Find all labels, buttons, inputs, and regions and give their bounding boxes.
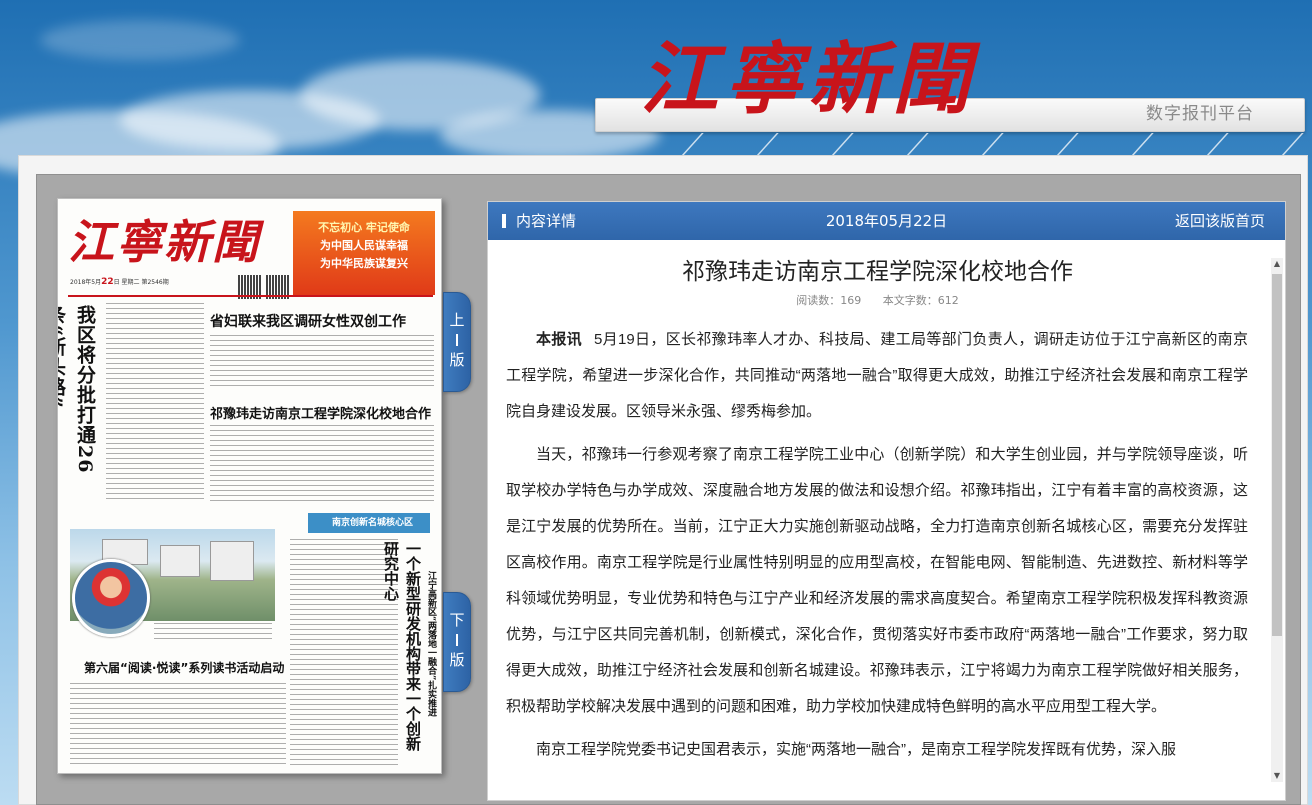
article-body: 本报讯 5月19日，区长祁豫玮率人才办、科技局、建工局等部门负责人，调研走访位于江… xyxy=(506,322,1248,802)
article-paragraph: 当天，祁豫玮一行参观考察了南京工程学院工业中心（创新学院）和大学生创业园，并与学… xyxy=(506,446,1248,715)
scroll-up-icon[interactable]: ▲ xyxy=(1271,258,1283,270)
slogan-line: 不忘初心 牢记使命 xyxy=(318,221,410,234)
back-to-page-link[interactable]: 返回该版首页 xyxy=(1175,202,1265,240)
next-page-label: 下 xyxy=(449,611,465,629)
cloud-decoration xyxy=(40,20,240,60)
photo-caption-block xyxy=(154,623,272,641)
content-panel: 内容详情 2018年05月22日 返回该版首页 祁豫玮走访南京工程学院深化校地合… xyxy=(487,201,1286,801)
paper-logo: 江寧新聞 xyxy=(68,215,260,269)
platform-label: 数字报刊平台 xyxy=(1146,104,1254,123)
article-text-block xyxy=(70,683,286,767)
article-text-block xyxy=(210,425,434,505)
scroll-down-icon[interactable]: ▼ xyxy=(1271,770,1283,782)
next-page-label: 版 xyxy=(449,651,465,669)
site-logo: 江寧新聞 xyxy=(640,34,977,125)
prev-page-label: 上 xyxy=(449,311,465,329)
article-meta: 阅读数：169 本文字数：612 xyxy=(488,292,1267,308)
read-count: 阅读数：169 xyxy=(796,294,862,307)
headline-vertical[interactable]: 我区将分批打通26条“断头路” xyxy=(58,305,100,505)
newspaper-page[interactable]: 江寧新聞 2018年5月22日 星期二 第2546期 不忘初心 牢记使命 为中国… xyxy=(57,198,442,774)
slogan-line: 为中华民族谋复兴 xyxy=(320,257,408,270)
next-page-button[interactable]: 下 版 xyxy=(443,592,471,692)
headline-vertical-2[interactable]: 一个新型研发机构带来一个创新研究中心 xyxy=(382,541,424,761)
headline-article-link[interactable]: 祁豫玮走访南京工程学院深化校地合作 xyxy=(210,403,431,422)
portrait-photo xyxy=(72,559,150,637)
headline-women-federation[interactable]: 省妇联来我区调研女性双创工作 xyxy=(210,311,406,331)
article-text-block xyxy=(210,335,434,387)
divider xyxy=(68,295,433,297)
article-title: 祁豫玮走访南京工程学院深化校地合作 xyxy=(682,258,1073,284)
headline-reading-event[interactable]: 第六届“阅读·悦读”系列读书活动启动 xyxy=(84,659,284,676)
prev-page-label: 版 xyxy=(449,351,465,369)
masthead-stripes xyxy=(670,133,1310,155)
scrollbar[interactable]: ▲ ▼ xyxy=(1271,258,1283,782)
article-lead: 本报讯 xyxy=(536,331,582,348)
scroll-thumb[interactable] xyxy=(1272,274,1282,636)
headline-vertical-3[interactable]: 江宁高新区“两落地一融合”扎实推进 xyxy=(424,571,438,761)
article-paragraph: 南京工程学院党委书记史国君表示，实施“两落地一融合”，是南京工程学院发挥既有优势… xyxy=(536,741,1176,758)
prev-page-button[interactable]: 上 版 xyxy=(443,292,471,392)
article-text-block xyxy=(106,303,204,503)
word-count: 本文字数：612 xyxy=(882,294,959,307)
panel-header: 内容详情 2018年05月22日 返回该版首页 xyxy=(488,202,1285,240)
section-banner: 南京创新名城核心区 xyxy=(308,513,430,533)
slogan-line: 为中国人民谋幸福 xyxy=(320,239,408,252)
slogan-banner: 不忘初心 牢记使命 为中国人民谋幸福 为中华民族谋复兴 xyxy=(293,211,435,295)
article-paragraph: 本报讯 5月19日，区长祁豫玮率人才办、科技局、建工局等部门负责人，调研走访位于江… xyxy=(506,331,1248,420)
issue-date: 2018年05月22日 xyxy=(825,212,948,230)
